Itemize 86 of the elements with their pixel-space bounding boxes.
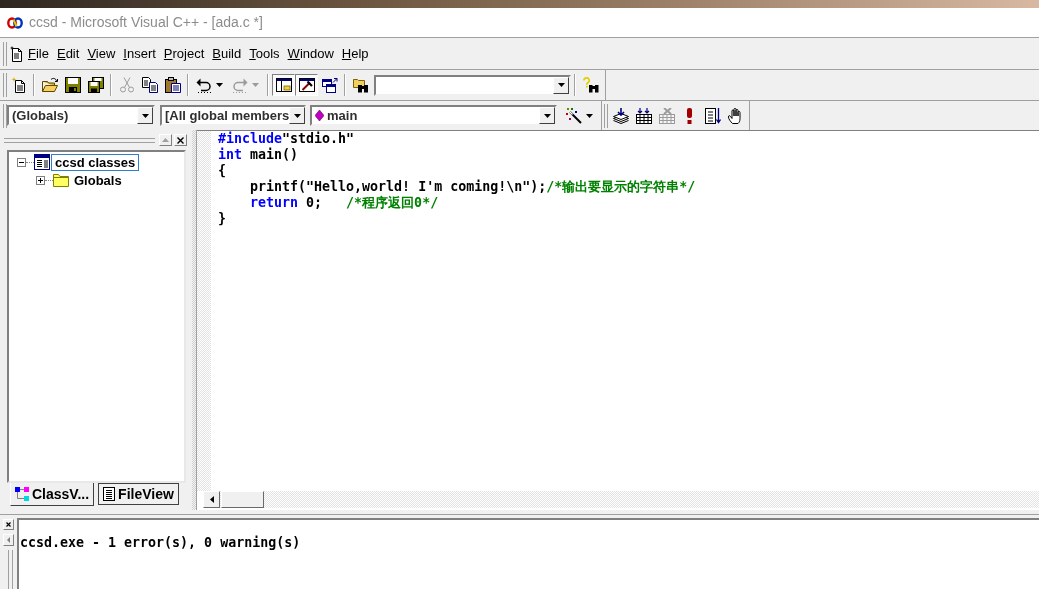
close-button[interactable] <box>174 134 187 146</box>
horizontal-scrollbar[interactable] <box>203 491 1039 508</box>
menu-item[interactable]: File <box>24 43 53 64</box>
caret-icon <box>252 83 259 87</box>
tree-connector-line <box>45 179 53 181</box>
code-line: int main() <box>218 147 299 163</box>
scroll-left-button[interactable] <box>203 491 220 508</box>
menu-item[interactable]: Edit <box>52 43 84 64</box>
caret-icon <box>216 83 223 87</box>
redo-arrow-icon <box>232 77 248 93</box>
search-combo[interactable] <box>374 74 571 96</box>
menu-item[interactable]: Insert <box>119 43 160 64</box>
caret-icon <box>586 113 593 118</box>
binoculars-question-icon <box>582 77 599 93</box>
workspace-tab[interactable]: FileView <box>98 483 179 505</box>
left-arrow-icon <box>209 496 214 503</box>
dropdown-button[interactable] <box>289 107 306 124</box>
scissors-icon <box>118 77 135 93</box>
panel-gripper[interactable] <box>4 137 155 143</box>
toolbar-button[interactable] <box>272 74 295 96</box>
class-combo[interactable]: (Globals) <box>7 105 155 126</box>
folder-binoculars-icon <box>352 77 369 93</box>
toolbar-gripper[interactable] <box>3 41 7 66</box>
stack-arrow-icon <box>612 107 629 124</box>
copy-pages-icon <box>141 77 158 93</box>
menu-item[interactable]: Window <box>283 43 338 64</box>
code-line: return 0; /*程序返回0*/ <box>249 195 439 211</box>
open-folder-icon <box>41 77 58 93</box>
menu-item[interactable]: Help <box>337 43 373 64</box>
triangle-up-icon <box>162 138 169 142</box>
diamond-icon <box>315 110 324 121</box>
scrollbar-thumb[interactable] <box>221 491 264 508</box>
code-line: printf("Hello,world! I'm coming!\n");/*输出要显示的字符串*/ <box>249 179 696 195</box>
grid-cross-icon <box>658 107 675 124</box>
close-button[interactable] <box>3 519 14 530</box>
magic-wand-icon <box>566 107 582 124</box>
document-arrow-icon <box>704 107 721 124</box>
document-icon[interactable] <box>10 45 23 62</box>
window-title: ccsd - Microsoft Visual C++ - [ada.c *] <box>29 13 263 32</box>
dropdown-button[interactable] <box>137 107 153 124</box>
menu-item[interactable]: Project <box>159 43 209 64</box>
tree-item[interactable]: Globals <box>70 171 126 189</box>
grid-arrows-icon <box>635 107 652 124</box>
undo-arrow-icon <box>196 77 212 93</box>
close-icon <box>6 522 11 527</box>
stacked-floppies-icon <box>87 77 104 93</box>
new-file-icon <box>10 77 27 93</box>
output-line: ccsd.exe - 1 error(s), 0 warning(s) <box>20 535 301 551</box>
window-panes-icon <box>275 77 292 93</box>
minus-box-icon[interactable] <box>17 157 26 167</box>
close-icon <box>177 136 184 144</box>
left-arrow-icon <box>7 537 10 543</box>
folder-icon <box>53 173 69 187</box>
document-lines-icon <box>103 487 116 501</box>
workspace-tab[interactable]: ClassV... <box>10 483 95 506</box>
dropdown-button[interactable] <box>539 107 555 124</box>
code-line: #include"stdio.h" <box>218 131 355 147</box>
menu-item[interactable]: Tools <box>245 43 284 64</box>
member-combo[interactable]: main <box>310 105 557 126</box>
class-diagram-icon <box>15 487 29 501</box>
caret-icon <box>543 113 551 118</box>
tree-connector-line <box>26 161 34 163</box>
plus-box-icon[interactable] <box>36 175 45 185</box>
filter-combo[interactable]: [All global members <box>160 105 306 126</box>
app-logo-icon <box>7 16 23 29</box>
splitter-handle[interactable] <box>192 130 197 510</box>
menu-item[interactable]: Build <box>208 43 246 64</box>
window-hammer-icon <box>298 77 315 93</box>
toolbar-button[interactable] <box>295 74 318 96</box>
window-icon <box>34 154 50 170</box>
code-line: { <box>218 163 226 179</box>
toolbar-gripper[interactable] <box>3 73 7 97</box>
menu-item[interactable]: View <box>83 43 120 64</box>
panel-gripper[interactable] <box>7 550 13 589</box>
tree-item[interactable]: ccsd classes <box>51 153 140 171</box>
dropdown-button[interactable] <box>553 76 569 94</box>
hand-icon <box>727 107 744 124</box>
clipboard-icon <box>164 77 181 93</box>
exclamation-icon <box>687 107 692 124</box>
caret-icon <box>293 113 301 118</box>
caret-icon <box>557 83 565 87</box>
maximize-button[interactable] <box>159 134 172 146</box>
toolbar-gripper[interactable] <box>604 103 608 128</box>
code-line: } <box>218 211 226 227</box>
caret-icon <box>141 113 149 118</box>
stacked-windows-icon <box>321 77 338 93</box>
